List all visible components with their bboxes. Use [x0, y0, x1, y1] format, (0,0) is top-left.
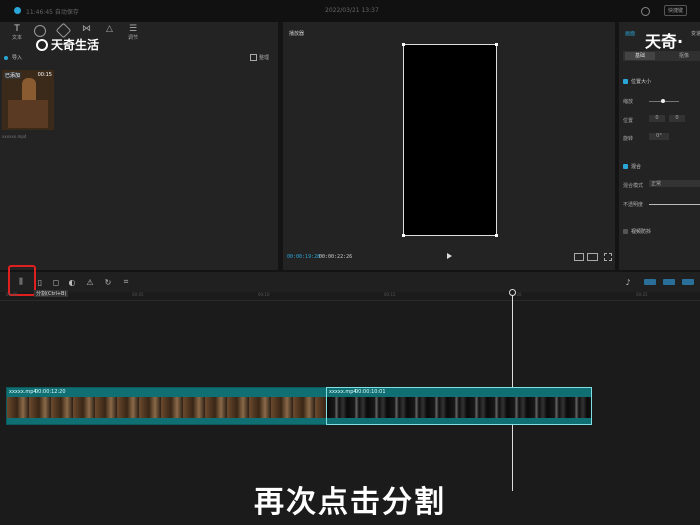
app-logo-icon	[14, 7, 21, 14]
mic-icon[interactable]: ♪	[620, 274, 636, 290]
section-position-size: 位置大小	[623, 78, 651, 85]
rotate-field[interactable]: 0°	[649, 133, 669, 140]
properties-panel: 画面 变速 基础 抠像 天奇· 位置大小 缩放 位置 0 0 旋转 0° 混合 …	[619, 22, 700, 270]
delete-icon[interactable]: ▯	[32, 274, 48, 290]
import-row[interactable]: 导入	[4, 54, 22, 61]
tab-filter[interactable]: △	[106, 24, 113, 34]
clip-name: xxxxx.mp4	[329, 389, 357, 395]
subtab-bar: 基础 抠像	[623, 51, 700, 61]
preview-panel: 播放器 00:00:19:28 00:00:22:26	[283, 22, 615, 270]
tab-speed[interactable]: 变速	[691, 30, 700, 37]
freeze-icon[interactable]: ◻	[48, 274, 64, 290]
reverse-icon[interactable]: ◐	[64, 274, 80, 290]
tab-transition[interactable]: ⋈	[82, 24, 91, 34]
media-panel: T 文本 ⋈ △ ☰ 调节 天奇生活 导入 整理 已添加 00:15 xxxxx…	[0, 22, 278, 270]
caption-bar: 再次点击分割	[0, 465, 700, 525]
ruler-tick: 00:25	[636, 292, 648, 297]
playhead-handle[interactable]	[509, 289, 516, 296]
checkbox-icon[interactable]	[623, 164, 628, 169]
watermark-left: 天奇生活	[36, 36, 99, 53]
thumb-duration: 00:15	[37, 72, 52, 78]
caption-text: 再次点击分割	[254, 485, 446, 520]
preview-axis-toggle[interactable]	[682, 279, 694, 285]
shortcut-button[interactable]: 快捷键	[664, 5, 688, 16]
clip-duration: 00:00:12:20	[35, 389, 66, 395]
video-clip-1[interactable]: xxxxx.mp4 00:00:12:20	[6, 387, 328, 425]
slider-handle[interactable]	[661, 99, 665, 103]
tab-text[interactable]: T 文本	[10, 24, 24, 41]
total-time: 00:00:22:26	[319, 254, 353, 260]
subtab-matte[interactable]: 抠像	[679, 52, 689, 59]
thumb-filename: xxxxxx.mp4	[2, 134, 27, 139]
media-thumbnail[interactable]: 已添加 00:15	[2, 70, 54, 130]
grid-icon	[250, 54, 257, 61]
time-ruler[interactable]: 00:00 00:05 00:10 00:15 00:20 00:25	[0, 292, 700, 301]
snap-toggle[interactable]	[644, 279, 656, 285]
subtab-basic[interactable]: 基础	[625, 52, 655, 60]
rotate-icon[interactable]: ↻	[100, 274, 116, 290]
clip-duration: 00:00:10:01	[355, 389, 386, 395]
watermark-logo-icon	[36, 38, 48, 51]
help-icon[interactable]	[641, 7, 650, 16]
ruler-tick: 00:05	[132, 292, 144, 297]
clip-filmstrip	[327, 397, 591, 418]
opacity-slider[interactable]	[649, 204, 700, 205]
tab-adjust[interactable]: ☰ 调节	[126, 24, 140, 41]
preview-canvas[interactable]	[402, 43, 498, 237]
checkbox-icon[interactable]	[623, 79, 628, 84]
scale-label: 缩放	[623, 99, 634, 105]
ruler-tick: 00:00	[6, 292, 18, 297]
ruler-tick: 00:15	[384, 292, 396, 297]
scale-slider[interactable]	[649, 99, 679, 103]
play-icon[interactable]	[447, 253, 452, 259]
video-clip-2[interactable]: xxxxx.mp4 00:00:10:01	[326, 387, 592, 425]
timeline-toolbar: ⫼ ▯ ◻ ◐ ⚠ ↻ ⌗ ♪	[0, 265, 700, 296]
fullscreen-icon[interactable]	[604, 253, 612, 261]
clip-filmstrip	[7, 397, 327, 418]
position-y-field[interactable]: 0	[669, 115, 685, 122]
mirror-icon[interactable]: ⚠	[82, 274, 98, 290]
project-title: 2022/03/21 13:37	[325, 7, 379, 14]
thumb-badge: 已添加	[4, 72, 22, 79]
rotate-label: 旋转	[623, 136, 634, 142]
blend-mode-select[interactable]: 正常	[649, 180, 700, 187]
position-label: 位置	[623, 118, 634, 124]
opacity-label: 不透明度	[623, 202, 644, 208]
ratio-icon[interactable]	[574, 253, 584, 261]
ruler-tick: 00:10	[258, 292, 270, 297]
title-bar: 11:46:45 自动保存 2022/03/21 13:37 快捷键	[0, 0, 700, 22]
text-T-icon: T	[14, 24, 20, 34]
clip-name: xxxxx.mp4	[9, 389, 37, 395]
autosave-text: 11:46:45 自动保存	[26, 9, 79, 16]
split-icon[interactable]: ⫼	[13, 274, 29, 290]
checkbox-icon[interactable]	[623, 229, 628, 234]
watermark-right: 天奇·	[645, 32, 684, 51]
position-x-field[interactable]: 0	[649, 115, 665, 122]
scale-icon[interactable]	[587, 253, 598, 261]
link-toggle[interactable]	[663, 279, 675, 285]
current-time: 00:00:19:28	[287, 254, 321, 260]
adjust-icon: ☰	[128, 24, 138, 34]
view-toggle[interactable]: 整理	[250, 54, 269, 61]
dot-icon	[4, 55, 8, 60]
preview-title: 播放器	[289, 31, 305, 37]
blend-mode-label: 混合模式	[623, 183, 644, 189]
section-stabilize: 视频防抖	[623, 228, 651, 235]
crop-icon[interactable]: ⌗	[118, 274, 134, 290]
section-blend: 混合	[623, 163, 641, 170]
tab-picture[interactable]: 画面	[625, 30, 635, 37]
